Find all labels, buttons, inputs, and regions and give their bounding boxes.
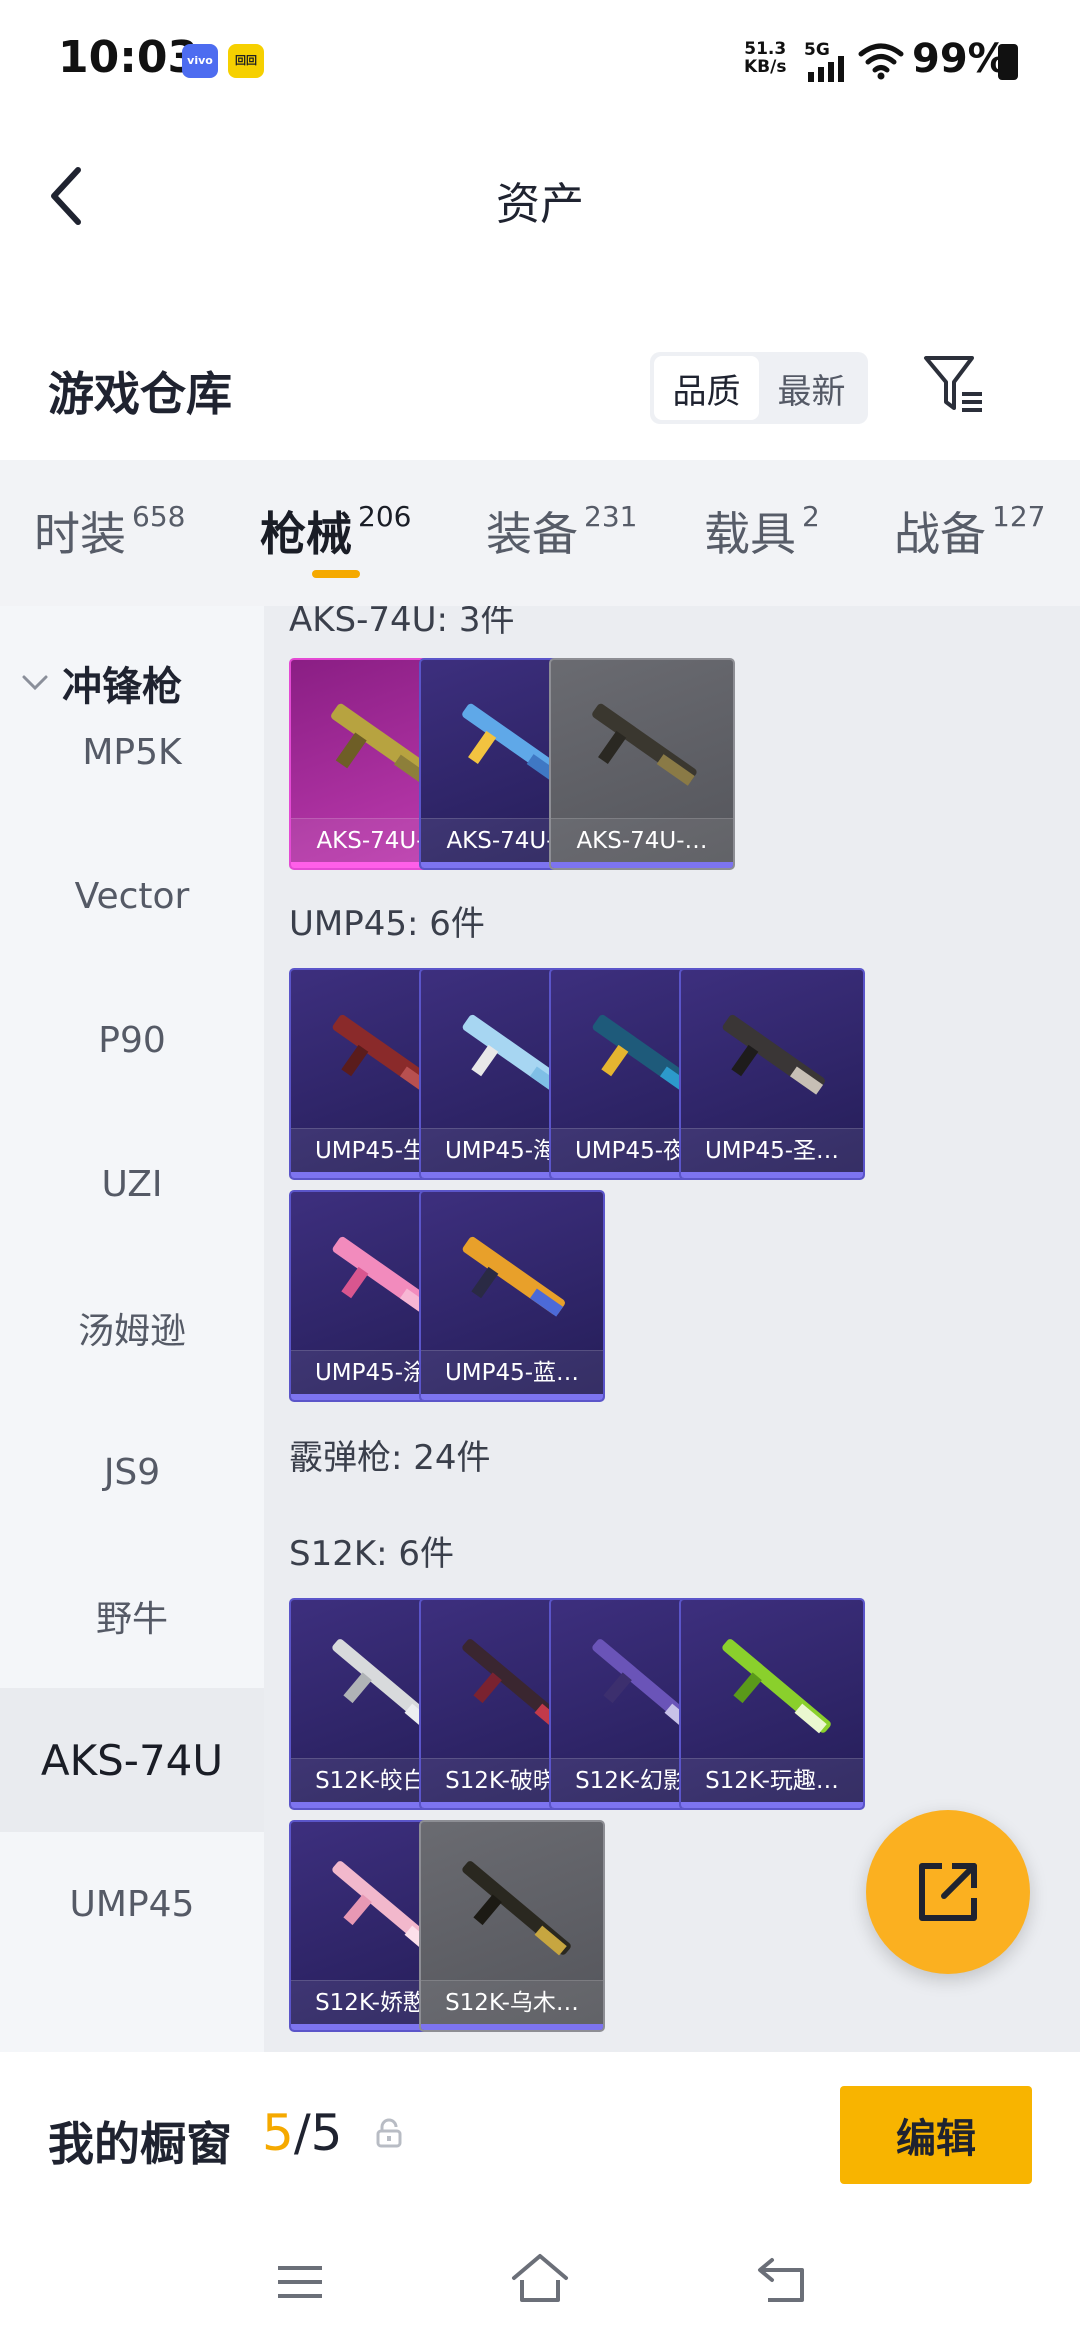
weapon-image xyxy=(462,1236,565,1317)
sidebar-item-mp5k[interactable]: MP5K xyxy=(0,680,264,824)
showcase-max: 5 xyxy=(310,2104,343,2162)
tab-equipment[interactable]: 装备 231 xyxy=(486,498,637,564)
sidebar-item-vector[interactable]: Vector xyxy=(0,824,264,968)
status-time: 10:03 xyxy=(58,32,199,83)
weapon-image xyxy=(722,1639,831,1734)
tab-label: 载具 xyxy=(704,507,796,561)
category-tabs: 时装 658 枪械 206 装备 231 载具 2 战备 127 xyxy=(0,460,1080,606)
active-tab-indicator xyxy=(312,570,360,578)
lock-icon xyxy=(376,2118,402,2148)
sidebar-item-thompson[interactable]: 汤姆逊 xyxy=(0,1256,264,1400)
wifi-icon xyxy=(858,43,904,80)
tab-label: 战备 xyxy=(894,507,986,561)
tab-count: 2 xyxy=(802,500,820,533)
tab-count: 127 xyxy=(992,500,1046,533)
group-label-shotgun: 霰弹枪: 24件 xyxy=(289,1438,491,1478)
rarity-bar xyxy=(681,1172,863,1178)
network-speed-unit: KB/s xyxy=(744,57,787,77)
tab-supplies[interactable]: 战备 127 xyxy=(894,498,1045,564)
tab-label: 装备 xyxy=(486,507,578,561)
status-bar: 10:03 vivo 回回 51.3 KB/s 5G 99% xyxy=(0,0,1080,120)
network-speed: 51.3 KB/s xyxy=(744,40,786,76)
tab-vehicles[interactable]: 载具 2 xyxy=(704,498,820,564)
sidebar-item-ump45[interactable]: UMP45 xyxy=(0,1832,264,1976)
battery-icon xyxy=(998,44,1018,80)
tab-guns[interactable]: 枪械 206 xyxy=(260,498,411,564)
sidebar-item-bizon[interactable]: 野牛 xyxy=(0,1544,264,1688)
sidebar-item-aks74u[interactable]: AKS-74U xyxy=(0,1688,264,1832)
group-label-s12k: S12K: 6件 xyxy=(289,1534,455,1574)
sort-quality-option[interactable]: 品质 xyxy=(654,356,759,420)
tab-fashion[interactable]: 时装 658 xyxy=(34,498,185,564)
sort-latest-option[interactable]: 最新 xyxy=(759,356,864,420)
weapon-name: S12K-乌木… xyxy=(421,1980,603,2024)
weapon-card[interactable]: UMP45-蓝… xyxy=(419,1190,605,1402)
weapon-card[interactable]: UMP45-圣… xyxy=(679,968,865,1180)
rarity-bar xyxy=(421,1394,603,1400)
section-title: 游戏仓库 xyxy=(48,367,232,421)
signal-icon xyxy=(808,56,844,82)
sidebar-item-uzi[interactable]: UZI xyxy=(0,1112,264,1256)
sidebar-item-js9[interactable]: JS9 xyxy=(0,1400,264,1544)
network-speed-value: 51.3 xyxy=(744,39,787,59)
tab-count: 231 xyxy=(584,500,638,533)
page-title: 资产 xyxy=(496,179,584,230)
weapon-type-sidebar: 冲锋枪 MP5K Vector P90 UZI 汤姆逊 JS9 野牛 AKS-7… xyxy=(0,606,264,2052)
home-icon[interactable] xyxy=(510,2252,570,2306)
showcase-count: 5/5 xyxy=(262,2104,342,2162)
weapon-name: UMP45-蓝… xyxy=(421,1350,603,1394)
weapon-card[interactable]: S12K-乌木… xyxy=(419,1820,605,2032)
weapon-image xyxy=(592,703,697,786)
filter-icon[interactable] xyxy=(922,352,988,416)
group-label-aks74u: AKS-74U: 3件 xyxy=(289,606,515,640)
group-label-ump45: UMP45: 6件 xyxy=(289,904,485,944)
showcase-current: 5 xyxy=(262,2104,294,2162)
weapon-name: AKS-74U-… xyxy=(551,818,733,862)
tab-count: 658 xyxy=(132,500,186,533)
app-badge-icon: 回回 xyxy=(228,44,264,78)
weapon-card[interactable]: AKS-74U-… xyxy=(549,658,735,870)
tab-label: 枪械 xyxy=(260,507,352,561)
rarity-bar xyxy=(681,1802,863,1808)
battery-percent: 99% xyxy=(912,36,1008,82)
weapon-name: S12K-玩趣… xyxy=(681,1758,863,1802)
showcase-label: 我的橱窗 xyxy=(48,2117,232,2171)
weapon-image xyxy=(462,1861,571,1956)
showcase-separator: / xyxy=(293,2104,311,2162)
weapon-card[interactable]: S12K-玩趣… xyxy=(679,1598,865,1810)
weapon-image xyxy=(722,1014,825,1095)
tab-label: 时装 xyxy=(34,507,126,561)
weapon-name: UMP45-圣… xyxy=(681,1128,863,1172)
menu-icon[interactable] xyxy=(276,2262,324,2302)
rarity-bar xyxy=(551,862,733,868)
share-button[interactable] xyxy=(866,1810,1030,1974)
share-icon xyxy=(919,1863,977,1921)
sidebar-item-p90[interactable]: P90 xyxy=(0,968,264,1112)
rarity-bar xyxy=(421,2024,603,2030)
tab-count: 206 xyxy=(358,500,412,533)
back-nav-icon[interactable] xyxy=(754,2256,810,2304)
sort-toggle[interactable]: 品质 最新 xyxy=(650,352,868,424)
vivo-badge-icon: vivo xyxy=(182,44,218,78)
edit-button[interactable]: 编辑 xyxy=(840,2086,1032,2184)
